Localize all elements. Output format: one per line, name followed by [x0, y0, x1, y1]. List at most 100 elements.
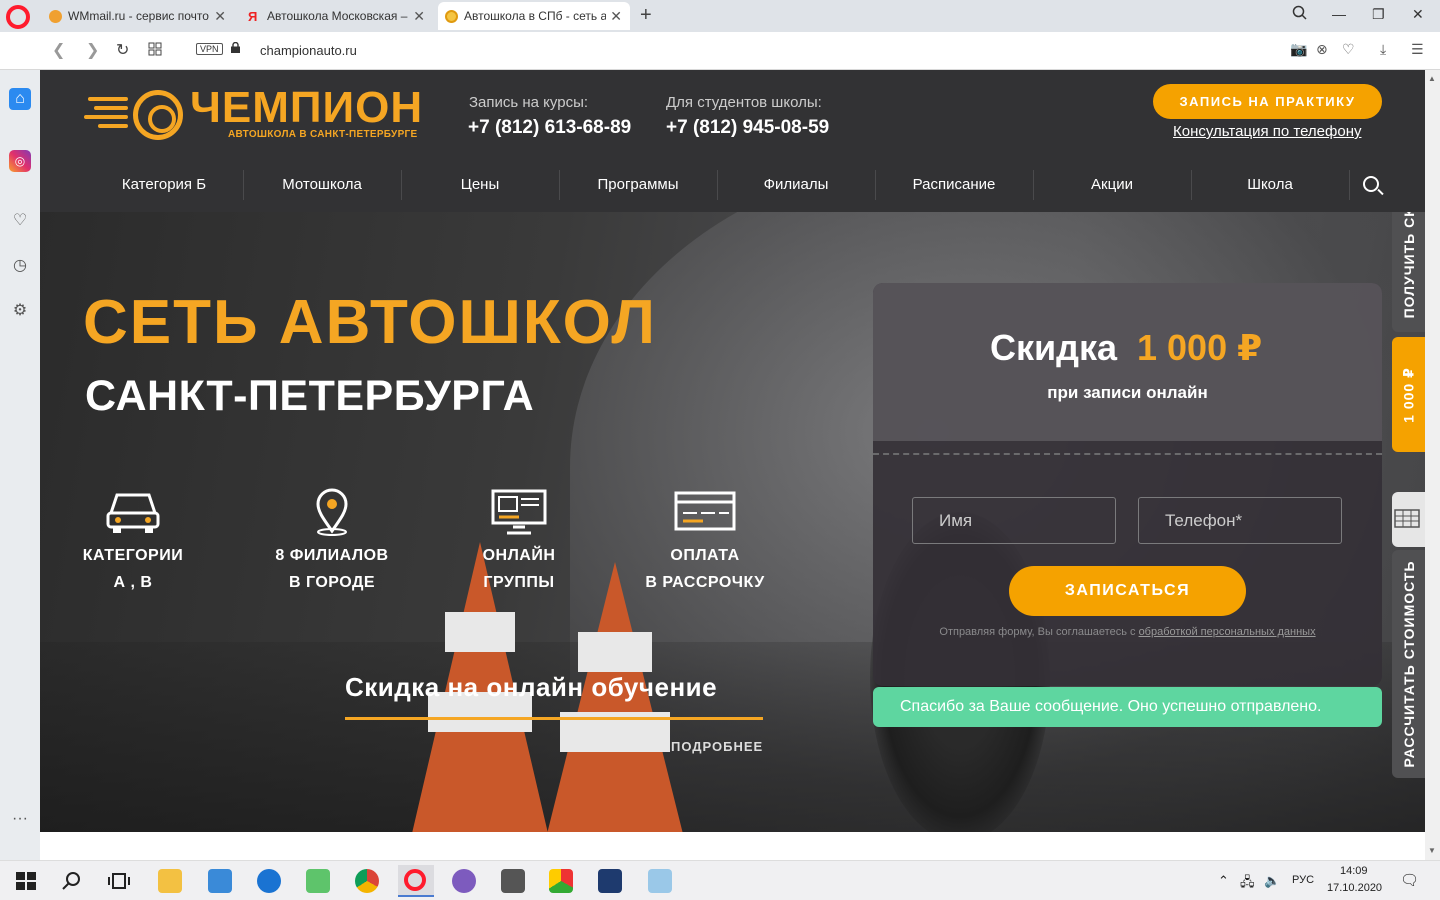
network-icon[interactable]: 🖧 — [1240, 873, 1255, 895]
camera-icon[interactable]: 📷 — [1290, 41, 1307, 58]
file-explorer-icon[interactable] — [158, 869, 182, 893]
discount-amount: 1 000 ₽ — [1137, 327, 1263, 368]
calculate-cost-tab[interactable]: РАССЧИТАТЬ СТОИМОСТЬ — [1392, 550, 1425, 778]
media-player-icon[interactable] — [598, 869, 622, 893]
heart-icon[interactable]: ♡ — [1342, 41, 1355, 58]
page-scrollbar[interactable]: ▲ ▼ — [1425, 70, 1440, 860]
restore-icon[interactable]: ❐ — [1372, 6, 1385, 23]
agreement-text: Отправляя форму, Вы соглашаетесь с обраб… — [873, 626, 1382, 638]
close-window-icon[interactable]: ✕ — [1412, 6, 1424, 23]
menu-item[interactable]: Школа — [1191, 166, 1349, 204]
privacy-link[interactable]: обработкой персональных данных — [1139, 626, 1316, 638]
get-discount-tab[interactable]: ПОЛУЧИТЬ СКИДКУ — [1392, 212, 1425, 332]
discount-amount-tab[interactable]: 1 000 ₽ — [1392, 337, 1425, 452]
contact-phone[interactable]: +7 (812) 613-68-89 — [468, 117, 631, 139]
reload-icon[interactable]: ↻ — [116, 40, 129, 60]
calculator-tab-icon[interactable] — [1392, 492, 1425, 547]
history-icon[interactable]: ◷ — [9, 255, 31, 277]
contact-phone[interactable]: +7 (812) 945-08-59 — [666, 117, 829, 139]
heart-icon[interactable]: ♡ — [9, 210, 31, 232]
minimize-icon[interactable]: — — [1332, 6, 1346, 22]
adblock-icon[interactable]: ⊗ — [1316, 41, 1328, 58]
menu-item[interactable]: Категория Б — [85, 166, 243, 204]
instagram-icon[interactable]: ◎ — [9, 150, 31, 172]
logo-speed-line — [84, 115, 128, 119]
scroll-up-icon[interactable]: ▲ — [1428, 74, 1436, 83]
calculator-icon[interactable] — [501, 869, 525, 893]
browser-tab[interactable]: Я Автошкола Московская – ✕ — [241, 2, 433, 30]
promo-title[interactable]: Скидка на онлайн обучение — [345, 672, 717, 703]
website: ЧЕМПИОН АВТОШКОЛА В САНКТ-ПЕТЕРБУРГЕ Зап… — [40, 70, 1425, 832]
side-tab-label: 1 000 ₽ — [1400, 366, 1416, 423]
success-message: Спасибо за Ваше сообщение. Оно успешно о… — [873, 687, 1382, 727]
close-tab-icon[interactable]: ✕ — [210, 8, 226, 25]
download-icon[interactable]: ⤓ — [1380, 41, 1386, 58]
phone-input[interactable]: Телефон* — [1138, 497, 1342, 544]
vpn-badge[interactable]: VPN — [196, 43, 223, 55]
menu-icon[interactable]: ☰ — [1411, 41, 1424, 58]
new-tab-button[interactable]: + — [640, 4, 652, 27]
page-below-fold — [40, 832, 1425, 860]
more-icon[interactable]: ··· — [9, 808, 31, 830]
volume-icon[interactable]: 🔈 — [1264, 873, 1280, 889]
logo-wheel-icon[interactable] — [133, 90, 183, 140]
discount-word: Скидка — [990, 327, 1118, 368]
windows-start-icon[interactable] — [14, 869, 38, 893]
menu-item[interactable]: Цены — [401, 166, 559, 204]
app-icon[interactable] — [549, 869, 573, 893]
opera-logo-icon[interactable] — [6, 5, 30, 29]
tab-title: WMmail.ru - сервис почто — [68, 9, 209, 23]
site-header: ЧЕМПИОН АВТОШКОЛА В САНКТ-ПЕТЕРБУРГЕ Зап… — [40, 70, 1425, 212]
close-tab-icon[interactable]: ✕ — [606, 8, 622, 25]
name-input[interactable]: Имя — [912, 497, 1116, 544]
viber-icon[interactable] — [452, 869, 476, 893]
opera-taskbar-active[interactable] — [398, 865, 434, 897]
browser-tab[interactable]: WMmail.ru - сервис почто ✕ — [42, 2, 234, 30]
home-icon[interactable]: ⌂ — [9, 88, 31, 110]
cone-stripe — [445, 612, 515, 652]
notifications-icon[interactable]: 🗨 — [1400, 871, 1419, 889]
more-link[interactable]: ПОДРОБНЕЕ — [671, 739, 763, 754]
menu-item[interactable]: Мотошкола — [243, 166, 401, 204]
feature-line: ОПЛАТА — [670, 547, 740, 564]
search-icon[interactable] — [60, 869, 84, 893]
discount-note: при записи онлайн — [1047, 383, 1208, 402]
url-text[interactable]: championauto.ru — [260, 43, 357, 58]
lock-icon — [231, 42, 240, 53]
logo-speed-line — [98, 124, 128, 128]
favicon-icon — [445, 10, 458, 23]
favicon-icon — [49, 10, 62, 23]
clock-time[interactable]: 14:09 — [1340, 865, 1368, 877]
app-icon[interactable] — [648, 869, 672, 893]
menu-item[interactable]: Филиалы — [717, 166, 875, 204]
search-tabs-icon[interactable] — [1292, 5, 1308, 24]
logo-title[interactable]: ЧЕМПИОН — [190, 83, 423, 133]
speed-dial-icon[interactable] — [148, 42, 162, 61]
language-indicator[interactable]: РУС — [1292, 874, 1314, 886]
consultation-link[interactable]: Консультация по телефону — [1173, 123, 1361, 140]
close-tab-icon[interactable]: ✕ — [409, 8, 425, 25]
feature-line: В ГОРОДЕ — [288, 574, 376, 591]
scroll-down-icon[interactable]: ▼ — [1428, 846, 1436, 855]
browser-sidebar: ⌂ ◎ ♡ ◷ ⚙ ··· — [0, 70, 40, 860]
practice-signup-button[interactable]: ЗАПИСЬ НА ПРАКТИКУ — [1153, 84, 1382, 119]
menu-item[interactable]: Акции — [1033, 166, 1191, 204]
forward-icon[interactable]: ❯ — [86, 40, 99, 60]
tray-expand-icon[interactable]: ⌃ — [1218, 873, 1229, 889]
menu-item[interactable]: Программы — [559, 166, 717, 204]
feature-installment: ОПЛАТА В РАССРОЧКУ — [625, 487, 785, 596]
task-view-icon[interactable] — [107, 869, 131, 893]
feature-line: А , В — [113, 574, 153, 591]
network-app-icon[interactable] — [306, 869, 330, 893]
menu-item[interactable]: Расписание — [875, 166, 1033, 204]
settings-icon[interactable]: ⚙ — [9, 300, 31, 322]
back-icon[interactable]: ❮ — [52, 40, 65, 60]
browser-tab-active[interactable]: Автошкола в СПб - сеть а ✕ — [438, 2, 630, 30]
clock-date[interactable]: 17.10.2020 — [1327, 882, 1382, 894]
search-icon[interactable] — [1363, 176, 1379, 192]
control-panel-icon[interactable] — [208, 869, 232, 893]
edge-icon[interactable] — [257, 869, 281, 893]
side-tab-label: РАССЧИТАТЬ СТОИМОСТЬ — [1400, 560, 1417, 768]
chrome-icon[interactable] — [355, 869, 379, 893]
signup-button[interactable]: ЗАПИСАТЬСЯ — [1009, 566, 1246, 616]
